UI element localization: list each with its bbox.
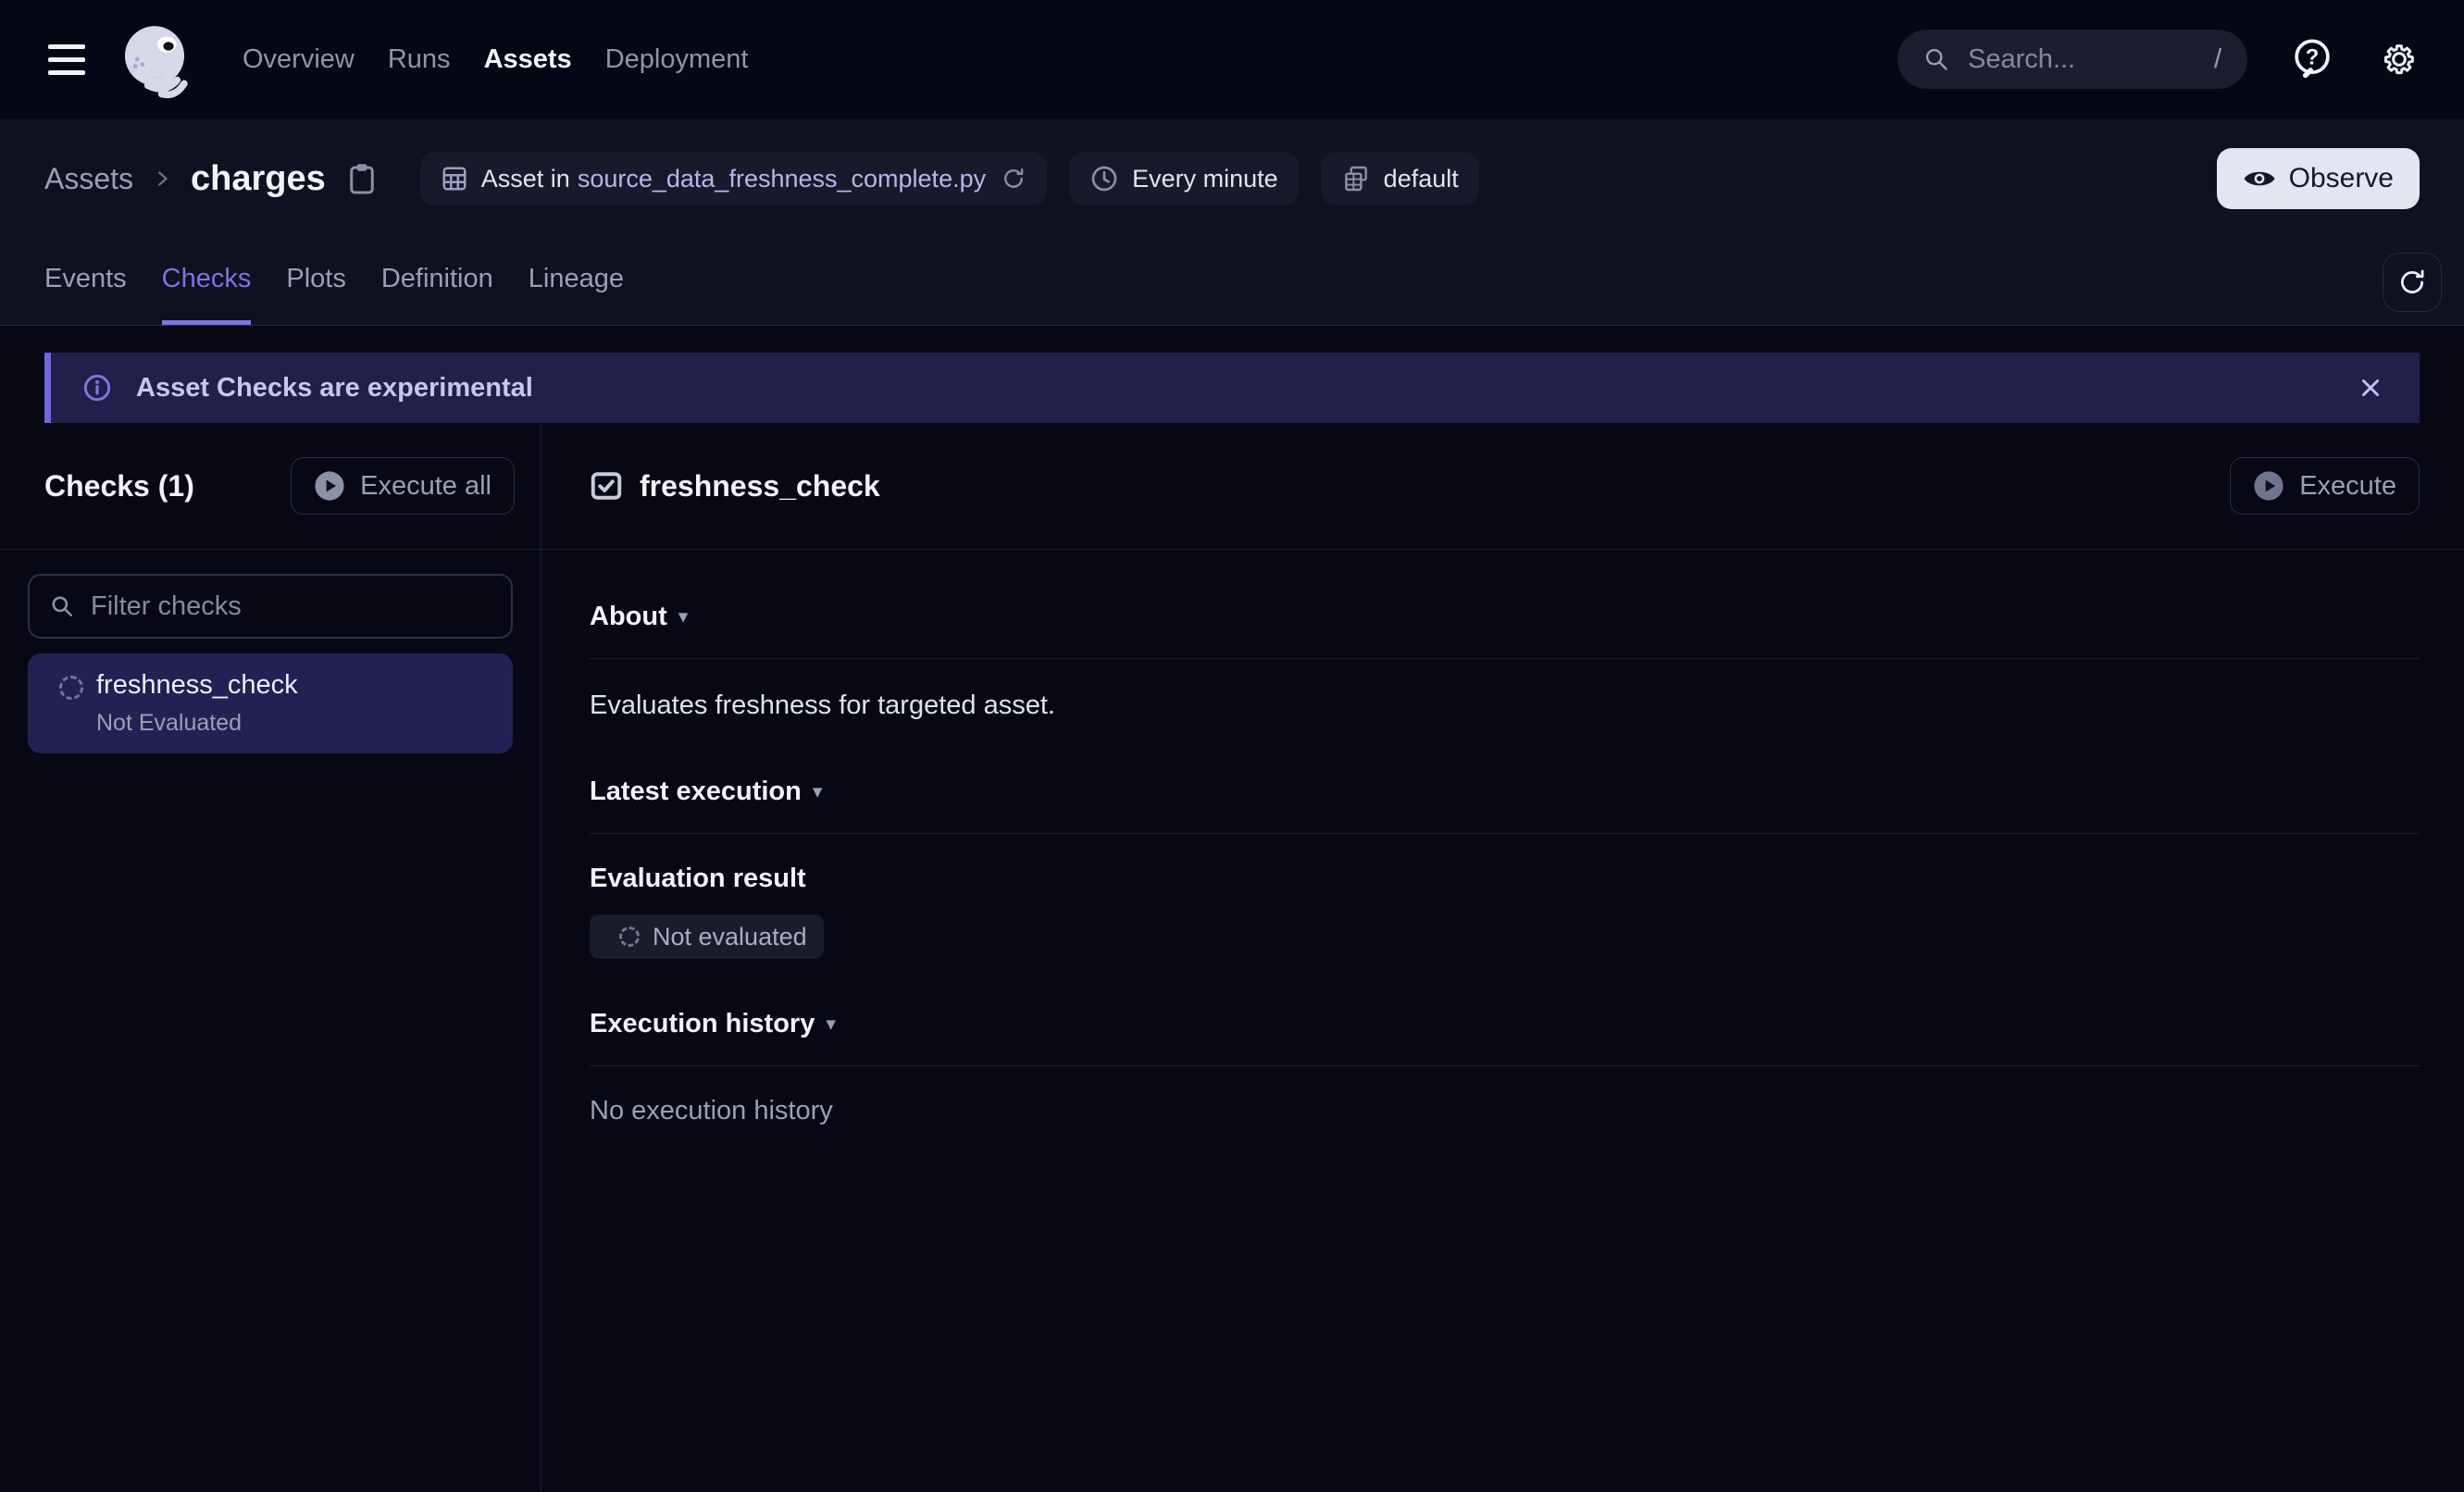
help-icon: ? <box>2292 38 2333 81</box>
settings-button[interactable] <box>2381 41 2418 78</box>
gear-icon <box>2381 41 2418 78</box>
schedule-badge: Every minute <box>1069 152 1299 205</box>
asset-location-badge: Asset in source_data_freshness_complete.… <box>420 152 1047 205</box>
tab-plots[interactable]: Plots <box>286 264 345 325</box>
svg-text:?: ? <box>2306 45 2320 70</box>
search-icon <box>50 594 74 618</box>
clipboard-icon <box>348 162 376 195</box>
tab-checks[interactable]: Checks <box>162 264 252 325</box>
close-icon <box>2357 374 2384 402</box>
search-input[interactable] <box>1966 44 2214 76</box>
checkbox-checked-icon <box>590 469 623 503</box>
execution-history-empty: No execution history <box>590 1096 2420 1126</box>
search-shortcut-hint: / <box>2214 44 2221 75</box>
tab-definition[interactable]: Definition <box>381 264 493 325</box>
check-name: freshness_check <box>96 670 298 701</box>
evaluation-result-label: Evaluation result <box>590 864 2420 894</box>
caret-down-icon: ▾ <box>826 1013 836 1036</box>
primary-nav: Overview Runs Assets Deployment <box>243 44 748 75</box>
info-icon <box>82 373 112 403</box>
execution-history-label: Execution history <box>590 1009 815 1039</box>
group-badge: default <box>1321 152 1479 205</box>
breadcrumb-assets-link[interactable]: Assets <box>44 162 133 196</box>
section-divider <box>590 1065 2420 1066</box>
nav-overview[interactable]: Overview <box>243 44 355 75</box>
refresh-icon <box>2396 267 2428 298</box>
asset-name: charges <box>191 159 326 199</box>
check-list-item[interactable]: freshness_check Not Evaluated <box>28 653 513 753</box>
group-label: default <box>1384 165 1459 193</box>
check-detail-title: freshness_check <box>640 469 880 504</box>
experimental-banner: Asset Checks are experimental <box>44 353 2420 423</box>
table-grid-icon <box>441 165 468 193</box>
about-description: Evaluates freshness for targeted asset. <box>590 690 2420 721</box>
nav-runs[interactable]: Runs <box>388 44 451 75</box>
check-detail-panel: freshness_check Execute About ▾ <box>541 423 2464 1491</box>
tab-lineage[interactable]: Lineage <box>529 264 624 325</box>
filter-checks-box[interactable] <box>28 574 513 639</box>
reload-location-icon[interactable] <box>1001 166 1027 192</box>
asset-tabs: Events Checks Plots Definition Lineage <box>0 264 2464 325</box>
not-evaluated-spinner-icon <box>619 926 640 947</box>
dismiss-banner-button[interactable] <box>2353 370 2388 405</box>
nav-deployment[interactable]: Deployment <box>605 44 749 75</box>
code-location-link[interactable]: source_data_freshness_complete.py <box>578 165 986 193</box>
asset-header: Assets charges Asset in source_data_fres… <box>0 118 2464 326</box>
dagster-app: Overview Runs Assets Deployment / ? <box>0 0 2464 1492</box>
schedule-label: Every minute <box>1132 165 1278 193</box>
execute-all-button[interactable]: Execute all <box>291 457 515 515</box>
checks-page: Asset Checks are experimental Checks (1) <box>0 326 2464 1491</box>
observe-button[interactable]: Observe <box>2217 148 2420 209</box>
asset-location-prefix: Asset in <box>481 165 570 193</box>
global-search[interactable]: / <box>1898 30 2247 89</box>
breadcrumb: Assets charges Asset in source_data_fres… <box>0 148 2464 209</box>
dagster-logo-icon[interactable] <box>111 16 198 103</box>
caret-down-icon: ▾ <box>678 605 689 628</box>
observe-label: Observe <box>2289 163 2394 194</box>
banner-text: Asset Checks are experimental <box>136 373 533 404</box>
latest-execution-section-toggle[interactable]: Latest execution ▾ <box>590 777 822 807</box>
evaluation-result-value: Not evaluated <box>653 923 807 951</box>
help-button[interactable]: ? <box>2292 38 2333 81</box>
evaluation-result-badge: Not evaluated <box>590 914 824 959</box>
nav-assets[interactable]: Assets <box>484 44 572 75</box>
copy-asset-name-button[interactable] <box>348 162 376 195</box>
section-divider <box>590 833 2420 834</box>
check-status: Not Evaluated <box>96 710 298 737</box>
top-nav: Overview Runs Assets Deployment / ? <box>0 0 2464 118</box>
tab-events[interactable]: Events <box>44 264 127 325</box>
chevron-right-icon <box>152 168 172 189</box>
execute-all-label: Execute all <box>360 471 492 502</box>
about-section-toggle[interactable]: About ▾ <box>590 602 688 632</box>
search-icon <box>1923 46 1949 72</box>
caret-down-icon: ▾ <box>813 780 823 803</box>
filter-checks-input[interactable] <box>89 591 491 623</box>
eye-icon <box>2243 167 2276 191</box>
tables-stack-icon <box>1341 164 1371 193</box>
refresh-page-button[interactable] <box>2383 253 2442 312</box>
hamburger-menu-icon[interactable] <box>48 44 85 75</box>
latest-execution-label: Latest execution <box>590 777 802 807</box>
checks-list-panel: Checks (1) Execute all <box>0 423 541 1491</box>
execute-button[interactable]: Execute <box>2230 457 2420 515</box>
play-circle-icon <box>314 470 345 502</box>
execute-label: Execute <box>2299 471 2396 502</box>
section-divider <box>590 658 2420 659</box>
asset-badges: Asset in source_data_freshness_complete.… <box>420 152 1479 205</box>
about-section-label: About <box>590 602 667 632</box>
checks-count-title: Checks (1) <box>44 469 194 504</box>
clock-icon <box>1089 164 1119 193</box>
play-circle-icon <box>2253 470 2284 502</box>
execution-history-section-toggle[interactable]: Execution history ▾ <box>590 1009 836 1039</box>
not-evaluated-spinner-icon <box>59 676 83 700</box>
